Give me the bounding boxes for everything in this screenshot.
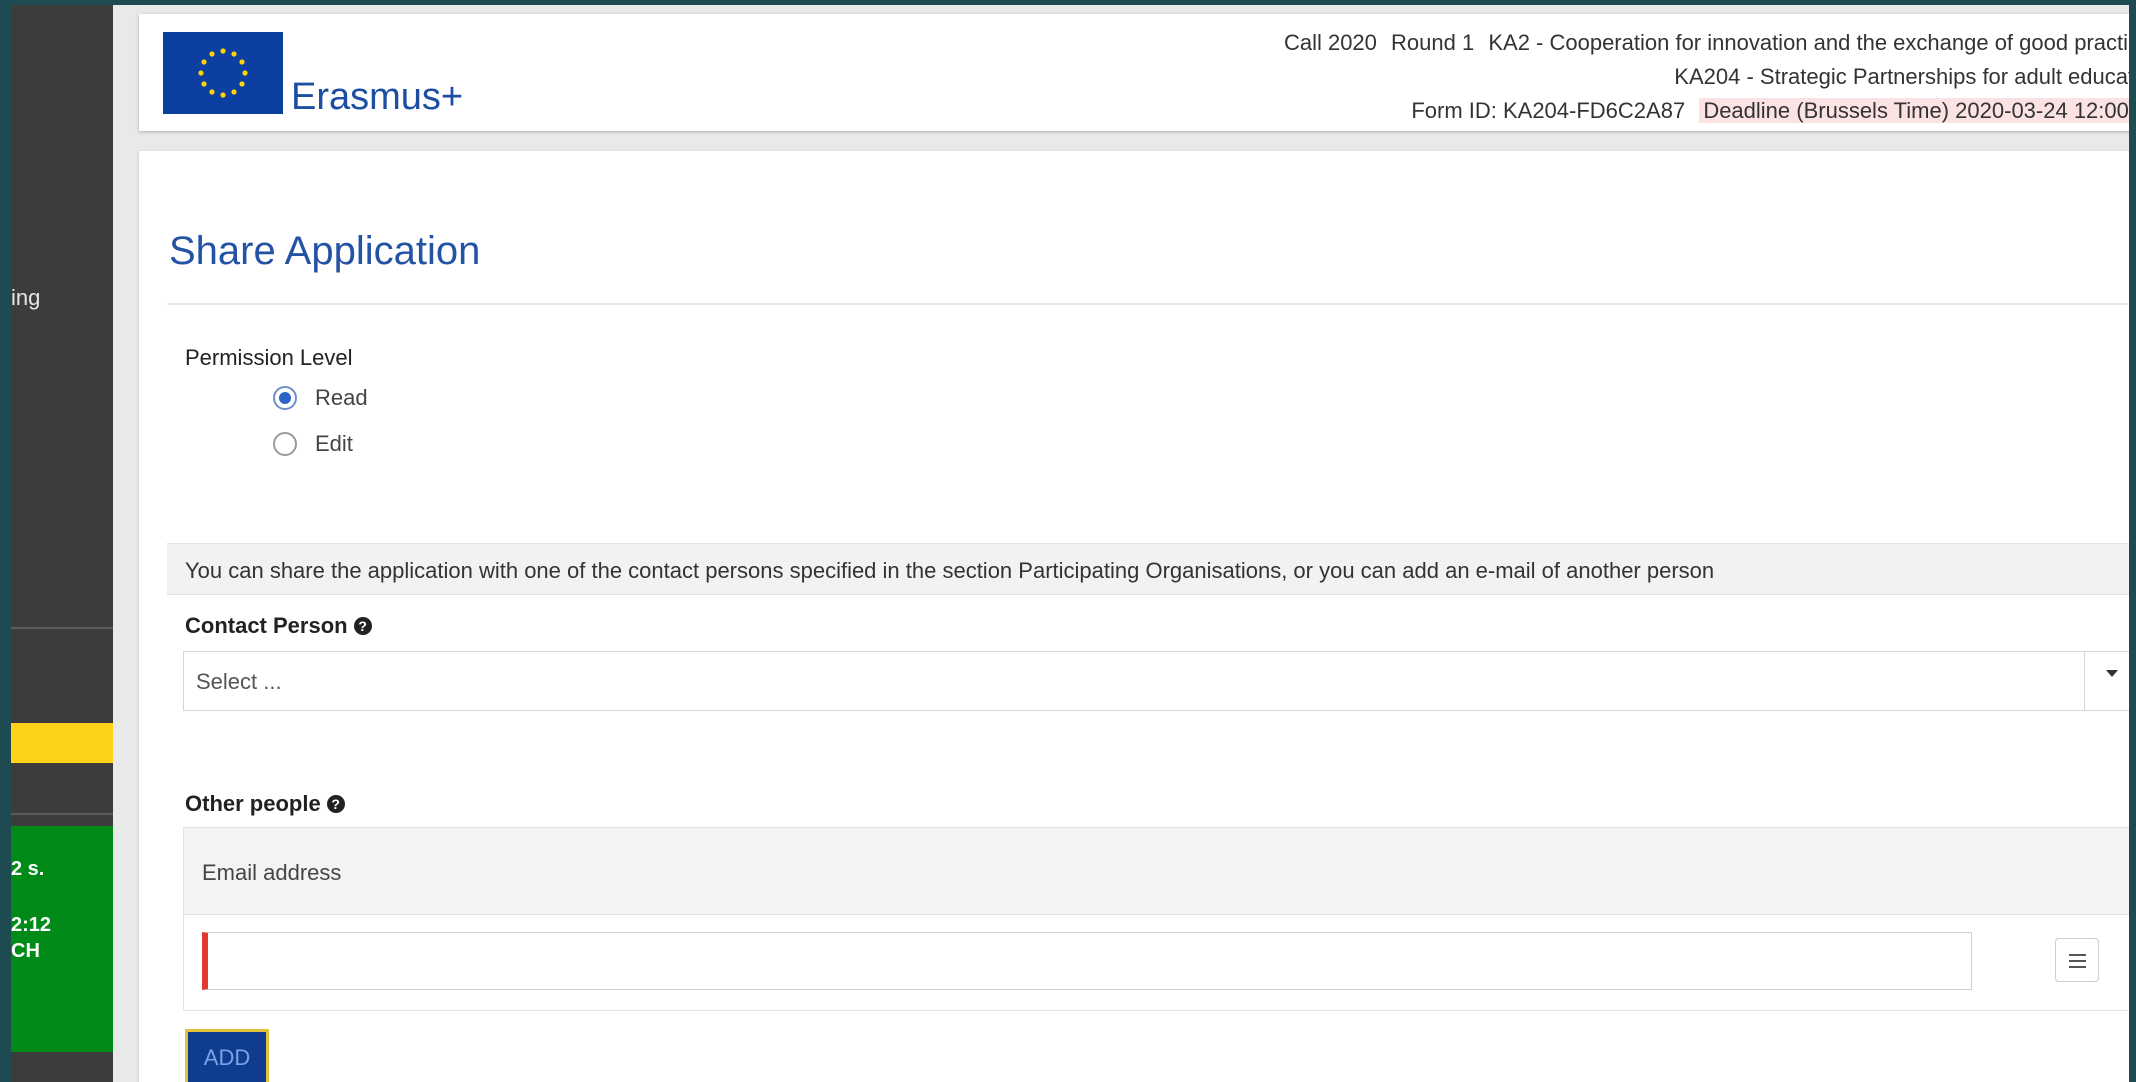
sidebar-divider [11, 627, 113, 629]
contact-person-label: Contact Person ? [185, 613, 372, 639]
help-icon[interactable]: ? [353, 617, 372, 635]
call-year: Call 2020 [1283, 30, 1377, 55]
other-people-label-text: Other people [185, 791, 321, 816]
sidebar-highlight-bar[interactable] [11, 723, 113, 763]
chevron-down-icon[interactable] [2106, 670, 2118, 677]
select-divider [2084, 652, 2085, 710]
contact-person-select[interactable]: Select ... [183, 651, 2129, 711]
title-divider [167, 303, 2129, 305]
select-value: Select ... [196, 669, 282, 694]
session-timer-panel: 2 s. 2:12 CH [11, 826, 113, 1052]
call-details: Call 2020 Round 1 KA2 - Cooperation for … [1276, 26, 2129, 128]
row-menu-button[interactable] [2055, 938, 2099, 982]
timer-text: CH [11, 940, 40, 962]
app-frame: ing 2 s. 2:12 CH Erasmus+ Call 2020 Roun… [11, 5, 2129, 1082]
sidebar: ing 2 s. 2:12 CH [11, 5, 113, 1082]
eu-flag-icon [163, 32, 283, 114]
share-info-text: You can share the application with one o… [185, 558, 1715, 583]
brand-name: Erasmus+ [291, 76, 464, 118]
sidebar-divider [11, 813, 113, 815]
timer-text: 2 s. [11, 858, 45, 880]
permission-option-read[interactable]: Read [273, 385, 368, 411]
radio-checked-icon[interactable] [273, 386, 297, 410]
form-id: Form ID: KA204-FD6C2A87 [1411, 98, 1686, 123]
form-header: Erasmus+ Call 2020 Round 1 KA2 - Coopera… [139, 14, 2129, 131]
add-email-button[interactable]: ADD [185, 1029, 269, 1082]
table-header: Email address [184, 828, 2129, 915]
email-column-header: Email address [202, 860, 342, 885]
call-round: Round 1 [1391, 30, 1475, 55]
page-title: Share Application [169, 229, 481, 273]
other-people-label: Other people ? [185, 791, 345, 817]
permission-level-label: Permission Level [185, 345, 353, 370]
share-application-panel: Share Application Permission Level Read … [139, 151, 2129, 1082]
action-type: KA204 - Strategic Partnerships for adult… [1674, 64, 2129, 89]
email-input[interactable] [202, 932, 1972, 990]
radio-label: Read [315, 385, 368, 410]
share-info-bar: You can share the application with one o… [167, 543, 2129, 595]
permission-option-edit[interactable]: Edit [273, 431, 353, 457]
sidebar-partial-item[interactable]: ing [11, 285, 40, 311]
radio-label: Edit [315, 431, 353, 456]
radio-unchecked-icon[interactable] [273, 432, 297, 456]
contact-person-label-text: Contact Person [185, 613, 348, 638]
key-action: KA2 - Cooperation for innovation and the… [1488, 30, 2129, 55]
deadline-badge: Deadline (Brussels Time) 2020-03-24 12:0… [1699, 98, 2129, 123]
help-icon[interactable]: ? [326, 795, 345, 813]
timer-text: 2:12 [11, 914, 52, 936]
other-people-table: Email address [183, 827, 2129, 1011]
